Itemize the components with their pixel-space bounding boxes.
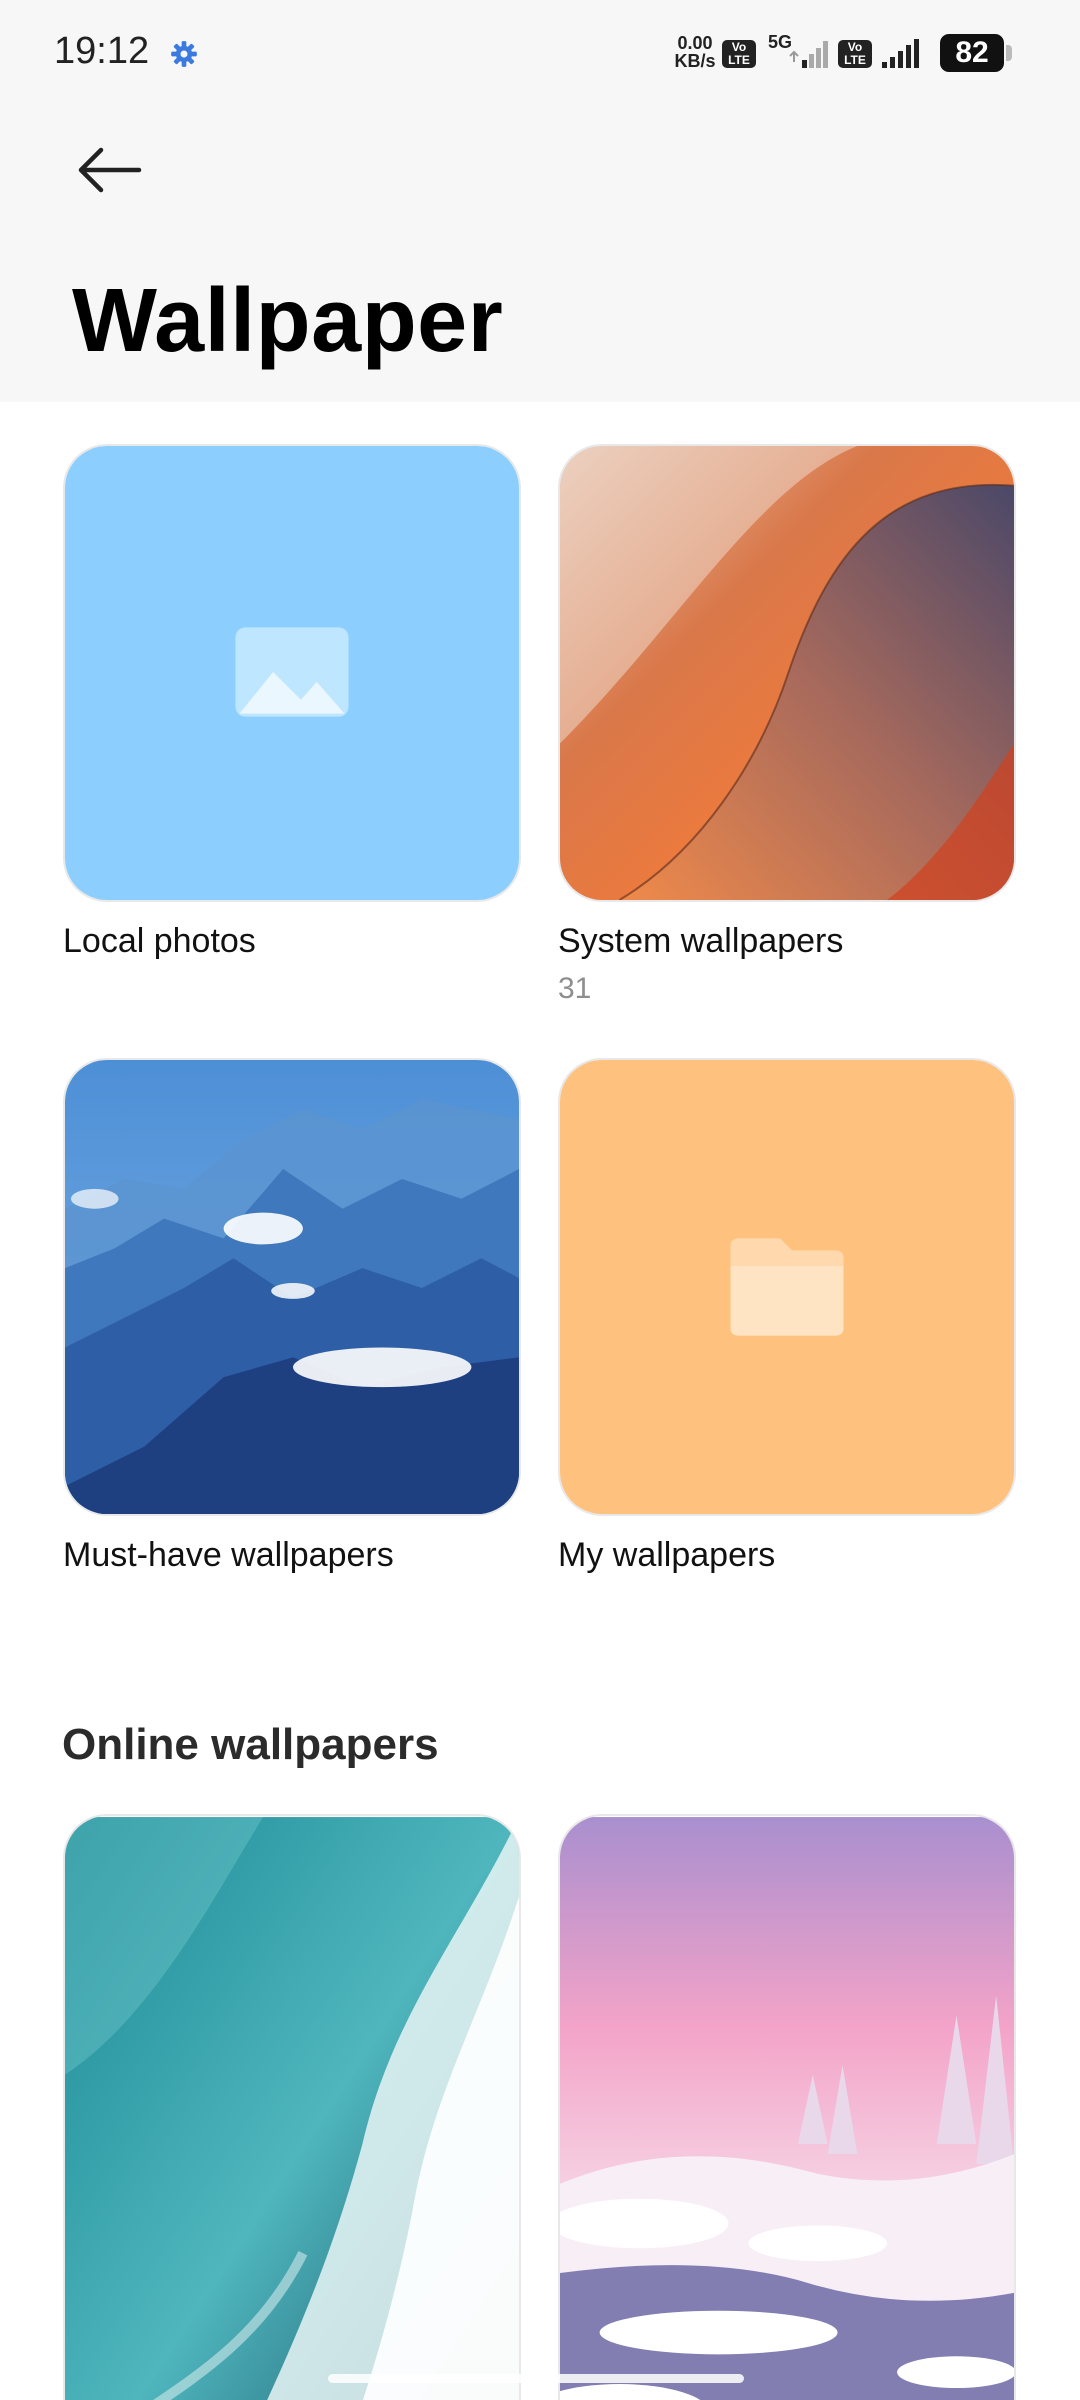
my-wallpapers-thumbnail — [560, 1060, 1014, 1514]
network-speed: 0.00 KB/s — [672, 34, 718, 70]
local-photos-label: Local photos — [63, 922, 256, 960]
back-button[interactable] — [62, 130, 156, 210]
ocean-wave-thumbnail — [65, 1817, 519, 2400]
system-wallpapers-count: 31 — [558, 972, 592, 1005]
signal-strength-1-icon — [789, 41, 828, 68]
header-area: 19:12 0.00 KB/s Vo LTE 5G Vo LTE 82 Wall… — [0, 0, 1080, 402]
back-arrow-icon — [78, 147, 142, 193]
folder-icon — [730, 1238, 844, 1336]
must-have-wallpapers-tile[interactable] — [63, 1058, 521, 1516]
must-have-wallpapers-thumbnail — [65, 1060, 519, 1514]
status-bar: 19:12 0.00 KB/s Vo LTE 5G Vo LTE 82 — [0, 0, 1080, 110]
snowy-river-thumbnail — [560, 1817, 1014, 2400]
online-wallpapers-title: Online wallpapers — [62, 1720, 439, 1769]
must-have-wallpapers-label: Must-have wallpapers — [63, 1536, 394, 1574]
page-title: Wallpaper — [72, 271, 504, 371]
local-photos-thumbnail — [65, 446, 519, 900]
status-time: 19:12 — [54, 30, 150, 72]
online-wallpaper-snow[interactable] — [558, 1814, 1016, 2400]
wallpaper-screen: 19:12 0.00 KB/s Vo LTE 5G Vo LTE 82 Wall… — [0, 0, 1080, 2400]
system-wallpapers-thumbnail — [560, 446, 1014, 900]
settings-gear-icon — [171, 41, 197, 67]
battery-level: 82 — [940, 34, 1004, 72]
my-wallpapers-tile[interactable] — [558, 1058, 1016, 1516]
network-speed-value: 0.00 — [677, 33, 713, 53]
signal-strength-2-icon — [882, 39, 919, 68]
volte-badge-2: Vo LTE — [838, 40, 872, 68]
online-wallpaper-ocean[interactable] — [63, 1814, 521, 2400]
system-wallpapers-label: System wallpapers — [558, 922, 844, 960]
image-placeholder-icon — [235, 627, 349, 717]
battery-indicator: 82 — [940, 34, 1012, 72]
volte-badge-1: Vo LTE — [722, 40, 756, 68]
local-photos-tile[interactable] — [63, 444, 521, 902]
home-indicator[interactable] — [328, 2374, 744, 2383]
network-speed-unit: KB/s — [674, 51, 716, 71]
system-wallpapers-tile[interactable] — [558, 444, 1016, 902]
my-wallpapers-label: My wallpapers — [558, 1536, 776, 1574]
battery-tip — [1006, 45, 1012, 61]
